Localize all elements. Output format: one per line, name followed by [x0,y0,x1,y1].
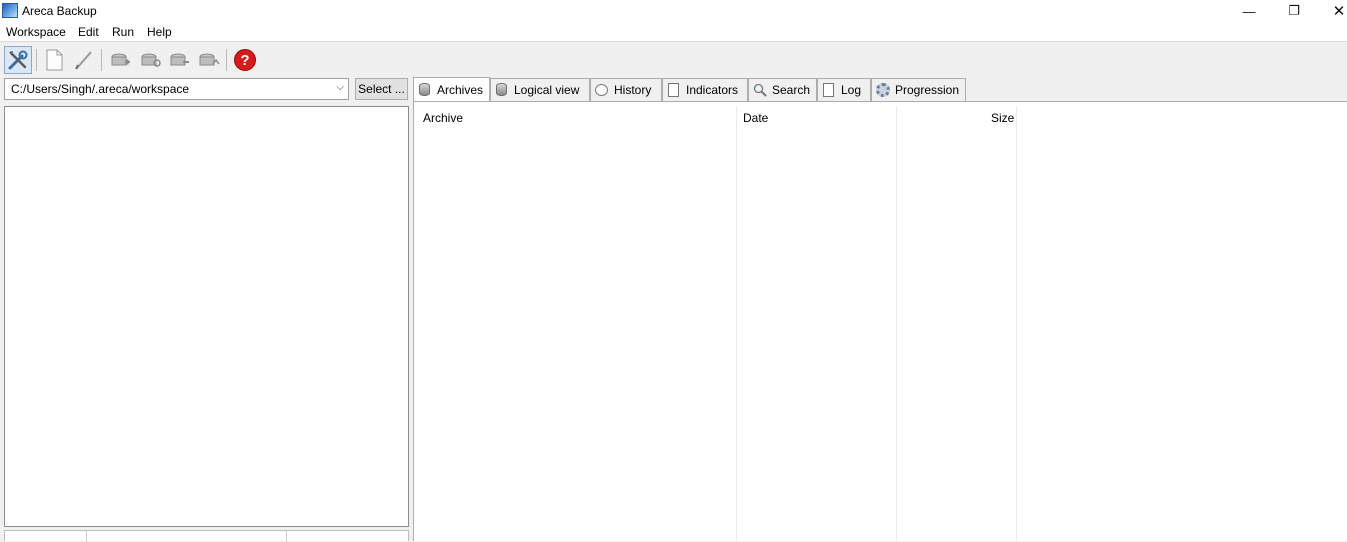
magnifier-icon [753,83,767,97]
merge-icon [141,53,161,67]
tab-search[interactable]: Search [748,78,817,101]
chevron-down-icon[interactable]: ⌵ [336,82,344,93]
tab-progression[interactable]: Progression [871,78,966,101]
clock-icon [595,83,609,97]
tab-indicators[interactable]: Indicators [662,78,748,101]
menu-run[interactable]: Run [112,25,134,39]
help-button[interactable]: ? [231,46,259,74]
select-workspace-button[interactable]: Select ... [355,78,408,100]
new-document-icon [46,49,63,71]
gear-icon [876,83,890,97]
areca-app-icon [2,3,18,18]
document-icon [667,83,681,97]
window-title: Areca Backup [22,4,97,18]
tools-icon [8,50,28,70]
tab-archives[interactable]: Archives [413,77,490,101]
workspace-path-combobox[interactable]: C:/Users/Singh/.areca/workspace ⌵ [4,78,349,100]
column-header-archive[interactable]: Archive [423,111,463,125]
new-target-button[interactable] [40,46,68,74]
tab-logical-view[interactable]: Logical view [490,78,590,101]
recover-icon [199,53,220,66]
document-icon [822,83,836,97]
help-icon: ? [234,49,256,71]
archives-table[interactable]: Archive Date Size [413,101,1347,542]
minimize-button[interactable]: — [1226,0,1272,22]
backup-button[interactable] [106,46,134,74]
backup-icon [111,53,130,66]
left-bottom-panel [4,530,409,542]
menu-help[interactable]: Help [147,25,172,39]
targets-tree[interactable] [4,106,409,527]
close-button[interactable]: ✕ [1316,0,1347,22]
toolbar: ? [0,43,1347,77]
title-bar: Areca Backup — ❐ ✕ [0,0,1347,22]
column-header-size[interactable]: Size [991,111,1014,125]
delete-archive-button[interactable] [165,46,193,74]
edit-target-button[interactable] [70,46,98,74]
menu-workspace[interactable]: Workspace [6,25,66,39]
maximize-button[interactable]: ❐ [1271,0,1317,22]
database-icon [495,83,509,97]
tab-log[interactable]: Log [817,78,871,101]
menu-edit[interactable]: Edit [78,25,99,39]
merge-button[interactable] [136,46,164,74]
pencil-icon [75,51,92,70]
workspace-path: C:/Users/Singh/.areca/workspace [11,82,190,96]
tab-history[interactable]: History [590,78,662,101]
recover-button[interactable] [194,46,222,74]
svg-text:?: ? [240,52,249,69]
preferences-button[interactable] [4,46,32,74]
delete-archive-icon [170,53,189,66]
database-icon [418,82,432,97]
menu-bar: Workspace Edit Run Help [0,22,1347,42]
column-header-date[interactable]: Date [743,111,768,125]
